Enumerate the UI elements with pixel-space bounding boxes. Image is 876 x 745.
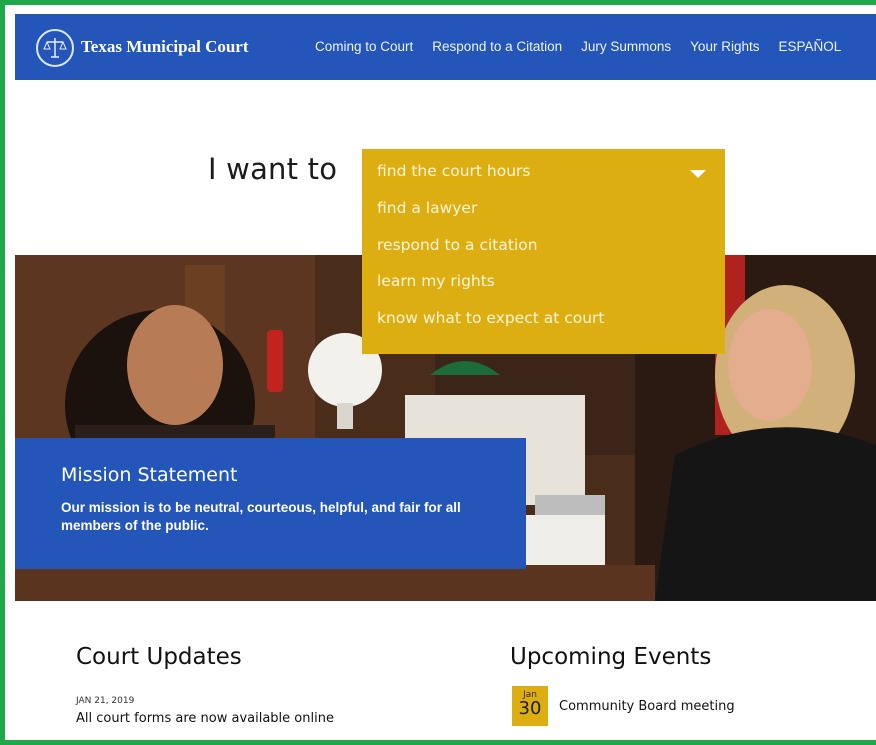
chevron-down-icon[interactable] — [690, 170, 706, 178]
scales-of-justice-icon[interactable] — [36, 29, 74, 67]
i-want-to-prompt: I want to — [208, 152, 338, 186]
mission-text: Our mission is to be neutral, courteous,… — [61, 500, 461, 533]
court-updates-heading: Court Updates — [76, 644, 242, 670]
nav-links: Coming to Court Respond to a Citation Ju… — [315, 39, 841, 54]
upcoming-events-heading: Upcoming Events — [510, 644, 712, 670]
dropdown-options: find a lawyer respond to a citation lear… — [377, 199, 605, 345]
event-day: 30 — [518, 698, 542, 719]
option-expect-at-court[interactable]: know what to expect at court — [377, 309, 605, 346]
option-learn-rights[interactable]: learn my rights — [377, 272, 605, 309]
top-navigation: Texas Municipal Court Coming to Court Re… — [15, 14, 876, 80]
page: Texas Municipal Court Coming to Court Re… — [10, 10, 876, 738]
nav-respond-to-citation[interactable]: Respond to a Citation — [432, 39, 562, 54]
event-link[interactable]: Community Board meeting — [559, 699, 735, 714]
mission-statement-panel: Mission Statement Our mission is to be n… — [15, 438, 526, 569]
dropdown-selected-value[interactable]: find the court hours — [377, 162, 531, 180]
task-dropdown[interactable]: find the court hours find a lawyer respo… — [362, 149, 725, 354]
mission-title: Mission Statement — [61, 464, 238, 486]
option-respond-citation[interactable]: respond to a citation — [377, 236, 605, 273]
update-date: JAN 21, 2019 — [76, 696, 135, 706]
event-date-badge: Jan 30 — [512, 686, 548, 726]
nav-espanol[interactable]: ESPAÑOL — [778, 39, 841, 54]
update-link[interactable]: All court forms are now available online — [76, 711, 334, 726]
nav-jury-summons[interactable]: Jury Summons — [581, 39, 671, 54]
nav-your-rights[interactable]: Your Rights — [690, 39, 759, 54]
option-find-lawyer[interactable]: find a lawyer — [377, 199, 605, 236]
site-title[interactable]: Texas Municipal Court — [81, 37, 249, 57]
nav-coming-to-court[interactable]: Coming to Court — [315, 39, 413, 54]
